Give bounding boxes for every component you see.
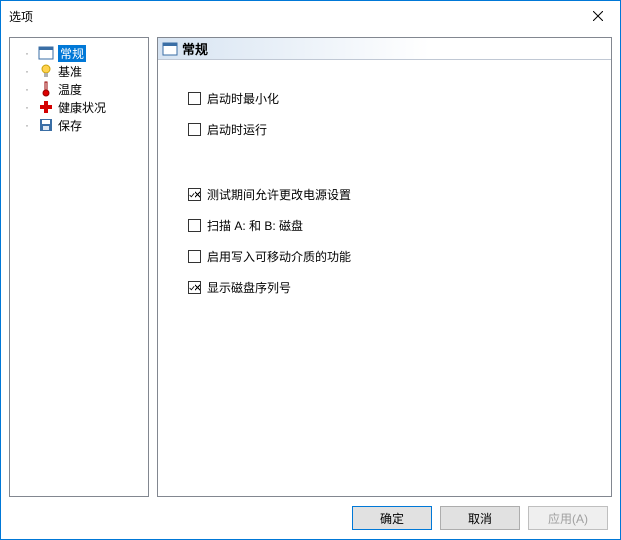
checkbox-start_run[interactable] — [188, 123, 201, 136]
cancel-button[interactable]: 取消 — [440, 506, 520, 530]
window-title: 选项 — [9, 8, 33, 25]
checkbox-row-removable: 启用写入可移动介质的功能 — [188, 248, 611, 265]
tree-connector: · — [20, 82, 34, 96]
redcross-icon — [38, 99, 54, 115]
tree-item-save[interactable]: · 保存 — [14, 116, 144, 134]
tree-item-label: 基准 — [58, 63, 82, 80]
tree-item-label: 常规 — [58, 45, 86, 62]
bulb-icon — [38, 63, 54, 79]
content-header: 常规 — [158, 38, 611, 60]
dialog-body: · 常规 · 基准 · 温度 · 健康状况 · 保存 常规 启动时最小化启动时运行测试期间允许更改… — [1, 31, 620, 497]
ok-button[interactable]: 确定 — [352, 506, 432, 530]
apply-button[interactable]: 应用(A) — [528, 506, 608, 530]
tree-item-general[interactable]: · 常规 — [14, 44, 144, 62]
tree-item-label: 保存 — [58, 117, 82, 134]
checkbox-scan_ab[interactable] — [188, 219, 201, 232]
titlebar: 选项 — [1, 1, 620, 31]
checkbox-label: 启动时最小化 — [207, 90, 279, 107]
checkbox-label: 启用写入可移动介质的功能 — [207, 248, 351, 265]
tree-item-health[interactable]: · 健康状况 — [14, 98, 144, 116]
checkbox-row-show_serial: 显示磁盘序列号 — [188, 279, 611, 296]
button-bar: 确定 取消 应用(A) — [1, 497, 620, 539]
tree-item-label: 健康状况 — [58, 99, 106, 116]
tree-item-temp[interactable]: · 温度 — [14, 80, 144, 98]
checkbox-row-power: 测试期间允许更改电源设置 — [188, 186, 611, 203]
checkbox-power[interactable] — [188, 188, 201, 201]
category-tree: · 常规 · 基准 · 温度 · 健康状况 · 保存 — [9, 37, 149, 497]
tree-connector: · — [20, 46, 34, 60]
spacer — [188, 152, 611, 172]
window-icon — [38, 45, 54, 61]
checkbox-label: 显示磁盘序列号 — [207, 279, 291, 296]
options-dialog: 选项 · 常规 · 基准 · 温度 · 健康状况 · 保存 常规 — [0, 0, 621, 540]
checkbox-row-scan_ab: 扫描 A: 和 B: 磁盘 — [188, 217, 611, 234]
checkbox-row-start_min: 启动时最小化 — [188, 90, 611, 107]
checkbox-row-start_run: 启动时运行 — [188, 121, 611, 138]
close-icon — [593, 11, 603, 21]
window-icon — [162, 41, 178, 57]
thermo-icon — [38, 81, 54, 97]
close-button[interactable] — [575, 1, 620, 31]
content-panel: 常规 启动时最小化启动时运行测试期间允许更改电源设置扫描 A: 和 B: 磁盘启… — [157, 37, 612, 497]
tree-item-baseline[interactable]: · 基准 — [14, 62, 144, 80]
floppy-icon — [38, 117, 54, 133]
checkbox-start_min[interactable] — [188, 92, 201, 105]
checkbox-label: 扫描 A: 和 B: 磁盘 — [207, 217, 303, 234]
tree-item-label: 温度 — [58, 81, 82, 98]
checkbox-list: 启动时最小化启动时运行测试期间允许更改电源设置扫描 A: 和 B: 磁盘启用写入… — [158, 60, 611, 296]
checkbox-label: 测试期间允许更改电源设置 — [207, 186, 351, 203]
checkbox-removable[interactable] — [188, 250, 201, 263]
tree-connector: · — [20, 100, 34, 114]
checkbox-label: 启动时运行 — [207, 121, 267, 138]
panel-title: 常规 — [182, 39, 208, 58]
checkbox-show_serial[interactable] — [188, 281, 201, 294]
tree-connector: · — [20, 118, 34, 132]
tree-connector: · — [20, 64, 34, 78]
